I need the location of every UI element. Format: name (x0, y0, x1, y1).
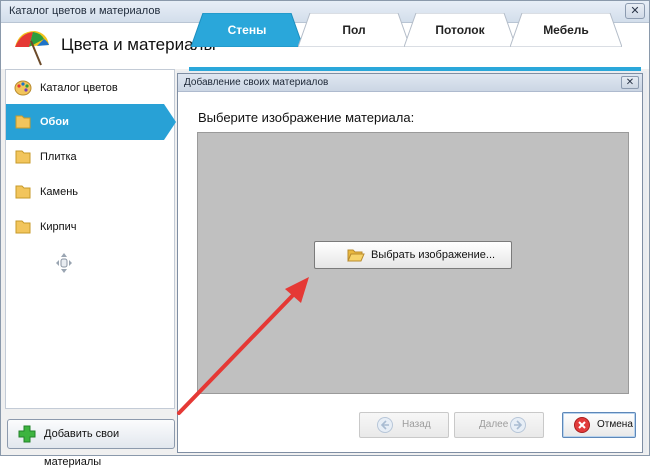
sidebar-item-label: Кирпич (40, 221, 77, 233)
tab-furniture[interactable]: Мебель (510, 13, 622, 47)
sidebar-item-label: Плитка (40, 151, 77, 163)
tab-floor[interactable]: Пол (298, 13, 410, 47)
umbrella-logo-icon (15, 31, 49, 66)
next-button[interactable]: Далее (454, 412, 544, 438)
tab-walls[interactable]: Стены (191, 13, 303, 47)
close-icon: ✕ (630, 5, 640, 17)
open-folder-icon (347, 249, 365, 262)
window-close-button[interactable]: ✕ (625, 3, 645, 19)
cancel-icon (574, 417, 590, 433)
window-title: Каталог цветов и материалов (9, 5, 161, 17)
folder-icon (15, 185, 31, 199)
dialog-prompt: Выберите изображение материала: (198, 110, 415, 125)
add-button-label: Добавить свои материалы (44, 428, 120, 468)
dialog-close-button[interactable]: ✕ (621, 76, 639, 89)
sidebar-item-label: Каталог цветов (40, 82, 118, 94)
sidebar-item-wallpaper[interactable]: Обои (6, 104, 176, 140)
tab-label: Потолок (435, 23, 485, 37)
sidebar-item-label: Обои (40, 116, 69, 128)
add-own-materials-button[interactable]: Добавить свои материалы (7, 419, 175, 468)
choose-image-button[interactable]: Выбрать изображение... (314, 241, 512, 269)
folder-icon (15, 115, 31, 129)
add-materials-dialog: Добавление своих материалов ✕ Выберите и… (177, 73, 643, 453)
scroll-handle-icon[interactable] (54, 252, 74, 274)
sidebar-item-label: Камень (40, 186, 79, 198)
folder-icon (15, 150, 31, 164)
arrow-right-icon (510, 417, 526, 433)
active-indicator (164, 104, 176, 140)
back-button-label: Назад (402, 419, 431, 430)
sidebar-item-stone[interactable]: Камень (6, 174, 174, 210)
tab-ceiling[interactable]: Потолок (404, 13, 516, 47)
arrow-left-icon (377, 417, 393, 433)
cancel-button-label: Отмена (597, 419, 633, 430)
dialog-title: Добавление своих материалов (184, 77, 329, 88)
tab-label: Стены (227, 23, 267, 37)
folder-icon (15, 220, 31, 234)
sidebar-item-color-catalog[interactable]: Каталог цветов (6, 70, 174, 106)
sidebar: Каталог цветов Обои Плитка Камень Кирпич (5, 69, 176, 409)
tab-label: Пол (342, 23, 366, 37)
back-button[interactable]: Назад (359, 412, 449, 438)
next-button-label: Далее (479, 419, 509, 430)
sidebar-item-brick[interactable]: Кирпич (6, 209, 174, 245)
plus-icon (18, 425, 36, 443)
main-window: Каталог цветов и материалов ✕ Цвета и ма… (0, 0, 650, 468)
image-preview-area: Выбрать изображение... (197, 132, 629, 394)
palette-icon (14, 80, 32, 96)
tab-label: Мебель (543, 23, 589, 37)
dialog-title-bar: Добавление своих материалов ✕ (178, 74, 642, 92)
cancel-button[interactable]: Отмена (562, 412, 636, 438)
choose-image-label: Выбрать изображение... (371, 249, 496, 261)
sidebar-item-tile[interactable]: Плитка (6, 139, 174, 175)
close-icon: ✕ (625, 77, 635, 88)
